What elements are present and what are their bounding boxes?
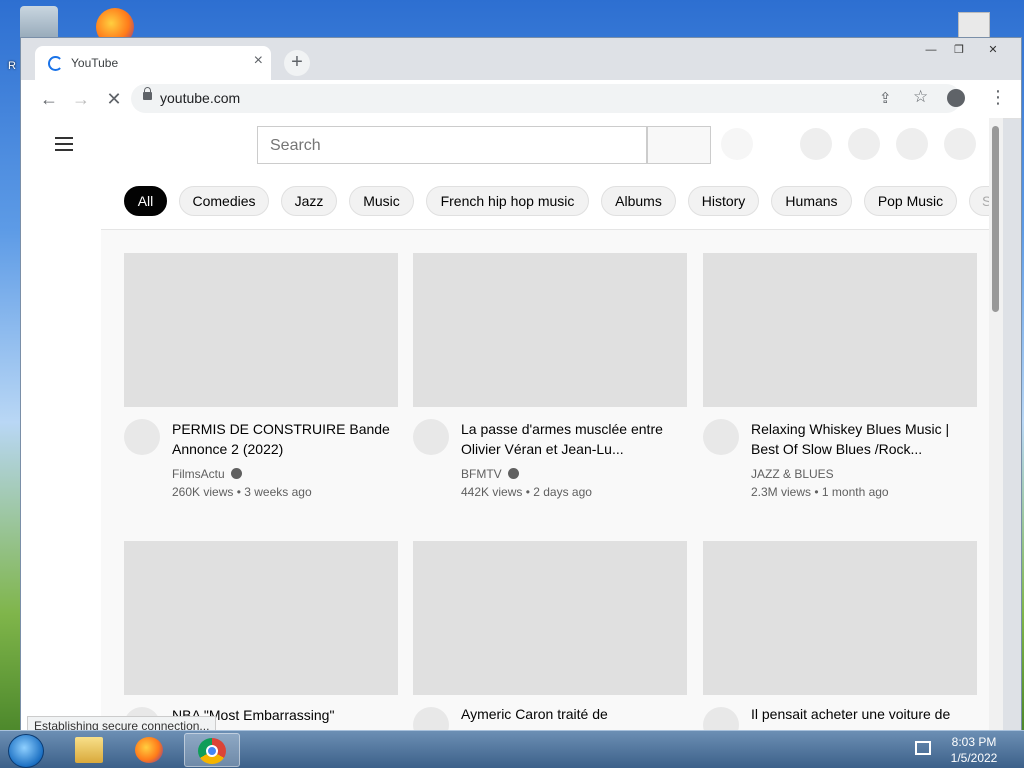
folder-icon [75, 737, 103, 763]
firefox-icon [135, 737, 163, 763]
start-button[interactable] [8, 734, 44, 768]
tab-youtube[interactable]: YouTube × [35, 46, 271, 80]
new-tab-button[interactable]: + [284, 50, 310, 76]
video-meta: 442K views • 2 days ago [461, 485, 592, 499]
video-title[interactable]: Aymeric Caron traité de [461, 704, 681, 724]
forward-button[interactable]: → [70, 88, 92, 110]
recycle-bin-label: R [8, 60, 16, 72]
chip-jazz[interactable]: Jazz [281, 186, 337, 216]
video-thumbnail[interactable] [124, 541, 398, 695]
close-window-button[interactable]: ✕ [980, 42, 1006, 58]
search-input[interactable] [268, 136, 632, 156]
chrome-icon [198, 738, 226, 764]
chip-albums[interactable]: Albums [601, 186, 676, 216]
share-icon[interactable]: ⇪ [879, 89, 892, 107]
back-button[interactable]: ← [38, 88, 60, 110]
channel-name-text[interactable]: BFMTV [461, 467, 502, 481]
chrome-window: YouTube × + — ❐ ✕ ← → ✕ youtube.com ⇪ ☆ … [20, 37, 1022, 737]
video-meta: 260K views • 3 weeks ago [172, 485, 312, 499]
video-thumbnail[interactable] [124, 253, 398, 407]
channel-name-text[interactable]: JAZZ & BLUES [751, 467, 834, 481]
video-meta: 2.3M views • 1 month ago [751, 485, 889, 499]
taskbar: 8:03 PM 1/5/2022 [0, 730, 1024, 768]
clock-time: 8:03 PM [951, 735, 997, 749]
restore-button[interactable]: ❐ [946, 42, 972, 58]
taskbar-explorer[interactable] [62, 733, 118, 767]
chip-music[interactable]: Music [349, 186, 414, 216]
youtube-header [21, 118, 1003, 173]
video-card[interactable]: Relaxing Whiskey Blues Music | Best Of S… [703, 253, 977, 499]
taskbar-firefox[interactable] [122, 733, 178, 767]
chip-french-hip-hop[interactable]: French hip hop music [426, 186, 589, 216]
tab-close-icon[interactable]: × [254, 52, 263, 70]
clock[interactable]: 8:03 PM 1/5/2022 [944, 734, 1004, 766]
channel-name-text[interactable]: FilmsActu [172, 467, 225, 481]
stop-loading-button[interactable]: ✕ [103, 88, 125, 110]
chip-pop-music[interactable]: Pop Music [864, 186, 957, 216]
channel-avatar[interactable] [124, 419, 160, 455]
video-thumbnail[interactable] [413, 541, 687, 695]
search-button[interactable] [647, 126, 711, 164]
video-title[interactable]: PERMIS DE CONSTRUIRE Bande Annonce 2 (20… [172, 419, 392, 459]
chip-all[interactable]: All [124, 186, 167, 216]
taskbar-chrome[interactable] [184, 733, 240, 767]
lock-icon[interactable] [143, 87, 152, 100]
chip-comedies[interactable]: Comedies [179, 186, 269, 216]
url-text[interactable]: youtube.com [160, 90, 240, 106]
channel-name[interactable]: JAZZ & BLUES [751, 467, 834, 481]
video-thumbnail[interactable] [703, 253, 977, 407]
chip-humans[interactable]: Humans [771, 186, 852, 216]
browser-toolbar: ← → ✕ youtube.com ⇪ ☆ ⋮ [21, 80, 1021, 119]
video-card[interactable]: Il pensait acheter une voiture de [703, 541, 977, 736]
hamburger-menu-icon[interactable] [55, 137, 73, 151]
header-placeholder-icon-3[interactable] [896, 128, 928, 160]
channel-avatar[interactable] [413, 419, 449, 455]
scrollbar-thumb[interactable] [992, 126, 999, 312]
header-placeholder-icon-1[interactable] [800, 128, 832, 160]
mic-placeholder-icon[interactable] [721, 128, 753, 160]
loading-spinner-icon [48, 56, 63, 71]
chrome-menu-icon[interactable]: ⋮ [989, 87, 1007, 108]
verified-badge-icon [230, 468, 242, 479]
chip-bar: All Comedies Jazz Music French hip hop m… [101, 173, 1003, 230]
channel-name[interactable]: BFMTV [461, 467, 519, 481]
address-bar[interactable]: youtube.com ⇪ ☆ [131, 84, 961, 113]
page-scrollbar[interactable] [989, 118, 1003, 736]
video-card[interactable]: NBA "Most Embarrassing" [124, 541, 398, 736]
network-icon[interactable] [915, 741, 931, 755]
chip-history[interactable]: History [688, 186, 759, 216]
bookmark-star-icon[interactable]: ☆ [913, 87, 928, 107]
header-placeholder-icon-4[interactable] [944, 128, 976, 160]
video-title[interactable]: Relaxing Whiskey Blues Music | Best Of S… [751, 419, 971, 459]
tab-title: YouTube [71, 56, 119, 70]
channel-name[interactable]: FilmsActu [172, 467, 242, 481]
channel-avatar[interactable] [703, 419, 739, 455]
video-card[interactable]: Aymeric Caron traité de [413, 541, 687, 736]
search-box[interactable] [257, 126, 647, 164]
tab-strip: YouTube × + — ❐ ✕ [21, 38, 1021, 80]
video-card[interactable]: PERMIS DE CONSTRUIRE Bande Annonce 2 (20… [124, 253, 398, 499]
profile-avatar-icon[interactable] [947, 89, 965, 107]
page-content: All Comedies Jazz Music French hip hop m… [21, 118, 1003, 736]
minimize-button[interactable]: — [918, 42, 944, 58]
video-thumbnail[interactable] [413, 253, 687, 407]
clock-date: 1/5/2022 [950, 751, 998, 765]
header-placeholder-icon-2[interactable] [848, 128, 880, 160]
video-thumbnail[interactable] [703, 541, 977, 695]
video-card[interactable]: La passe d'armes musclée entre Olivier V… [413, 253, 687, 499]
video-title[interactable]: La passe d'armes musclée entre Olivier V… [461, 419, 681, 459]
sidebar [21, 173, 101, 736]
video-title[interactable]: Il pensait acheter une voiture de [751, 704, 971, 724]
verified-badge-icon [507, 468, 519, 479]
